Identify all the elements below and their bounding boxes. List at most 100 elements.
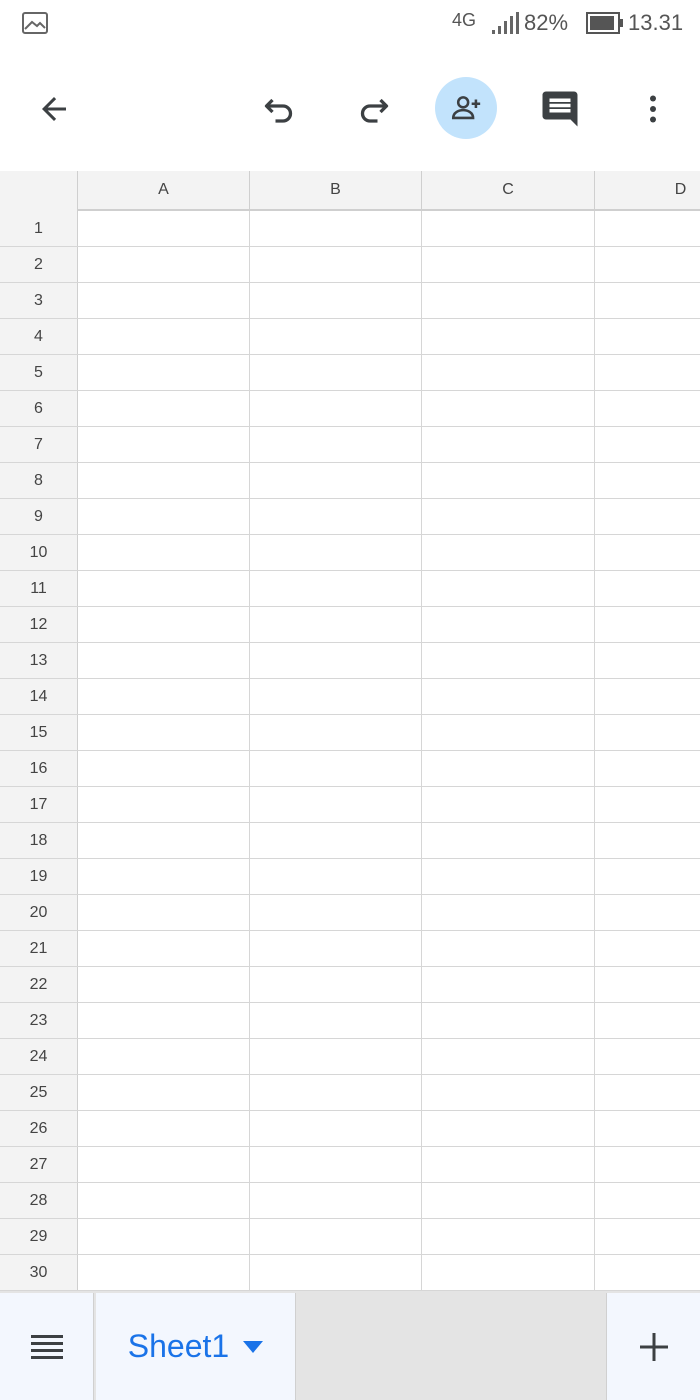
cell-a9[interactable] <box>78 499 250 534</box>
row-header[interactable]: 28 <box>0 1183 78 1218</box>
cell-c26[interactable] <box>422 1111 595 1146</box>
row-header[interactable]: 4 <box>0 319 78 354</box>
cell-d21[interactable] <box>595 931 700 966</box>
undo-button[interactable] <box>252 81 308 137</box>
row-header[interactable]: 17 <box>0 787 78 822</box>
cell-b29[interactable] <box>250 1219 422 1254</box>
cell-d3[interactable] <box>595 283 700 318</box>
cell-b28[interactable] <box>250 1183 422 1218</box>
cell-a20[interactable] <box>78 895 250 930</box>
cell-b5[interactable] <box>250 355 422 390</box>
comment-button[interactable] <box>532 81 588 137</box>
cell-b6[interactable] <box>250 391 422 426</box>
cell-c7[interactable] <box>422 427 595 462</box>
row-header[interactable]: 29 <box>0 1219 78 1254</box>
cell-d17[interactable] <box>595 787 700 822</box>
row-header[interactable]: 14 <box>0 679 78 714</box>
row-header[interactable]: 10 <box>0 535 78 570</box>
row-header[interactable]: 6 <box>0 391 78 426</box>
cell-c16[interactable] <box>422 751 595 786</box>
row-header[interactable]: 27 <box>0 1147 78 1182</box>
cell-d5[interactable] <box>595 355 700 390</box>
sheet-tab-sheet1[interactable]: Sheet1 <box>96 1293 296 1400</box>
cell-d13[interactable] <box>595 643 700 678</box>
cell-a16[interactable] <box>78 751 250 786</box>
cell-b12[interactable] <box>250 607 422 642</box>
cell-c17[interactable] <box>422 787 595 822</box>
cell-a25[interactable] <box>78 1075 250 1110</box>
row-header[interactable]: 13 <box>0 643 78 678</box>
cell-b24[interactable] <box>250 1039 422 1074</box>
row-header[interactable]: 2 <box>0 247 78 282</box>
cell-d24[interactable] <box>595 1039 700 1074</box>
cell-d30[interactable] <box>595 1255 700 1290</box>
cell-d10[interactable] <box>595 535 700 570</box>
cell-c12[interactable] <box>422 607 595 642</box>
cell-c8[interactable] <box>422 463 595 498</box>
cell-b14[interactable] <box>250 679 422 714</box>
cell-d19[interactable] <box>595 859 700 894</box>
row-header[interactable]: 7 <box>0 427 78 462</box>
cell-c11[interactable] <box>422 571 595 606</box>
cell-c24[interactable] <box>422 1039 595 1074</box>
select-all-corner[interactable] <box>0 171 78 211</box>
row-header[interactable]: 30 <box>0 1255 78 1290</box>
cell-c15[interactable] <box>422 715 595 750</box>
column-header-b[interactable]: B <box>250 171 422 209</box>
column-header-d[interactable]: D <box>595 171 700 209</box>
cell-b13[interactable] <box>250 643 422 678</box>
cell-d9[interactable] <box>595 499 700 534</box>
row-header[interactable]: 15 <box>0 715 78 750</box>
cell-d6[interactable] <box>595 391 700 426</box>
cell-a14[interactable] <box>78 679 250 714</box>
add-sheet-button[interactable] <box>606 1293 700 1400</box>
column-header-c[interactable]: C <box>422 171 595 209</box>
cell-a6[interactable] <box>78 391 250 426</box>
cell-c28[interactable] <box>422 1183 595 1218</box>
cell-b2[interactable] <box>250 247 422 282</box>
cell-a24[interactable] <box>78 1039 250 1074</box>
cell-b21[interactable] <box>250 931 422 966</box>
cell-d26[interactable] <box>595 1111 700 1146</box>
cell-b1[interactable] <box>250 211 422 246</box>
cell-a23[interactable] <box>78 1003 250 1038</box>
cell-d7[interactable] <box>595 427 700 462</box>
share-button[interactable] <box>435 77 497 139</box>
cell-b30[interactable] <box>250 1255 422 1290</box>
cell-b16[interactable] <box>250 751 422 786</box>
cell-c3[interactable] <box>422 283 595 318</box>
row-header[interactable]: 24 <box>0 1039 78 1074</box>
more-options-button[interactable] <box>625 81 681 137</box>
row-header[interactable]: 11 <box>0 571 78 606</box>
cell-d15[interactable] <box>595 715 700 750</box>
cell-c29[interactable] <box>422 1219 595 1254</box>
cell-c27[interactable] <box>422 1147 595 1182</box>
cell-d22[interactable] <box>595 967 700 1002</box>
cell-a27[interactable] <box>78 1147 250 1182</box>
cell-a18[interactable] <box>78 823 250 858</box>
cell-a22[interactable] <box>78 967 250 1002</box>
row-header[interactable]: 20 <box>0 895 78 930</box>
row-header[interactable]: 3 <box>0 283 78 318</box>
cell-b22[interactable] <box>250 967 422 1002</box>
spreadsheet-grid[interactable]: A B C D 1 2 3 4 5 6 7 8 9 10 11 12 13 14 15 16 17 18 19 20 2… <box>0 171 700 1291</box>
cell-c9[interactable] <box>422 499 595 534</box>
cell-d12[interactable] <box>595 607 700 642</box>
cell-a5[interactable] <box>78 355 250 390</box>
row-header[interactable]: 25 <box>0 1075 78 1110</box>
row-header[interactable]: 18 <box>0 823 78 858</box>
cell-b4[interactable] <box>250 319 422 354</box>
cell-a26[interactable] <box>78 1111 250 1146</box>
cell-c22[interactable] <box>422 967 595 1002</box>
cell-d16[interactable] <box>595 751 700 786</box>
row-header[interactable]: 19 <box>0 859 78 894</box>
cell-b18[interactable] <box>250 823 422 858</box>
cell-d28[interactable] <box>595 1183 700 1218</box>
row-header[interactable]: 22 <box>0 967 78 1002</box>
cell-b25[interactable] <box>250 1075 422 1110</box>
row-header[interactable]: 5 <box>0 355 78 390</box>
cell-c14[interactable] <box>422 679 595 714</box>
cell-d4[interactable] <box>595 319 700 354</box>
cell-b26[interactable] <box>250 1111 422 1146</box>
cell-b11[interactable] <box>250 571 422 606</box>
